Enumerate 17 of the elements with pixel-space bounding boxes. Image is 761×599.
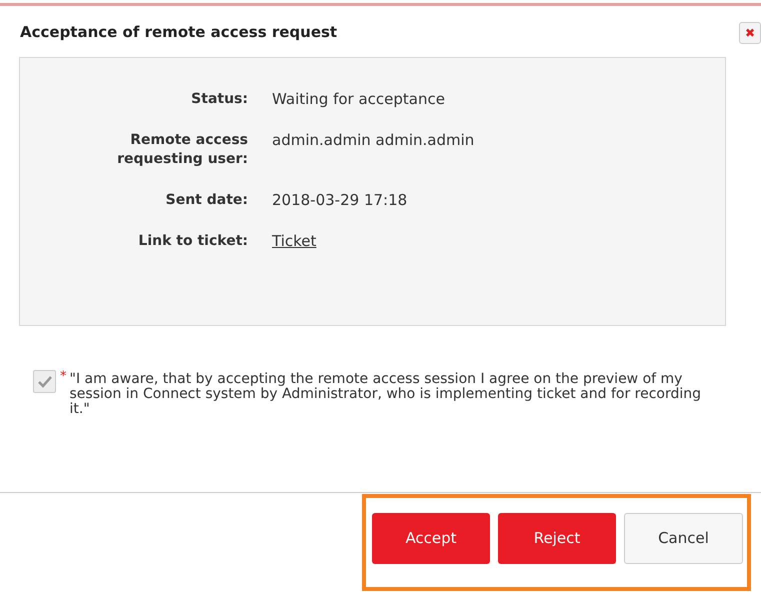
field-value: Waiting for acceptance — [272, 90, 445, 109]
consent-text: "I am aware, that by accepting the remote access session I agree on the preview of my session in Connect system by Administrator, who is implementing ticket and for recording it." — [70, 372, 702, 417]
field-label: Sent date: — [164, 191, 248, 210]
field-label: Link to ticket: — [137, 232, 248, 251]
action-button[interactable]: Reject — [498, 513, 616, 564]
ticket-link[interactable]: Ticket — [272, 232, 316, 251]
dialog-title: Acceptance of remote access request — [20, 22, 338, 44]
required-mark: * — [60, 370, 66, 384]
field-label: Remote access requesting user: — [116, 131, 248, 169]
consent-checkbox[interactable] — [33, 370, 56, 393]
close-button[interactable]: ✖ — [739, 22, 761, 44]
cancel-button[interactable]: Cancel — [624, 513, 743, 564]
action-button[interactable]: Accept — [372, 513, 490, 564]
field-value: admin.admin admin.admin — [272, 131, 474, 150]
field-label: Status: — [190, 90, 248, 109]
field-value: 2018-03-29 17:18 — [272, 191, 408, 210]
checkmark-icon — [38, 376, 52, 388]
